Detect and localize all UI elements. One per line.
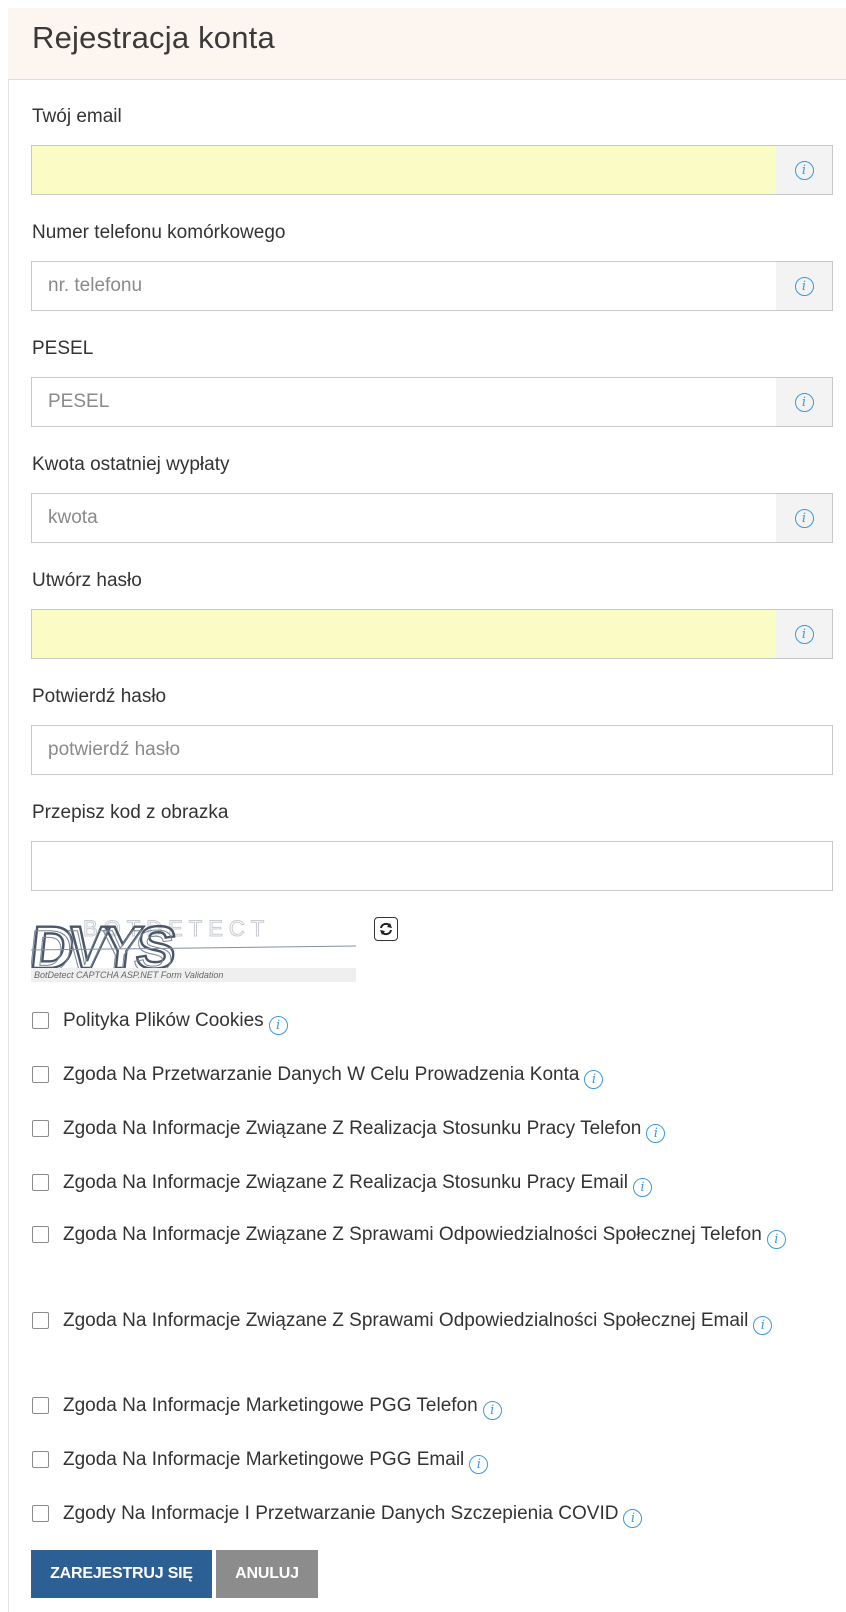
consent-label[interactable]: Zgoda Na Informacje Związane Z Sprawami … [32, 1304, 832, 1338]
info-icon[interactable]: i [268, 1016, 288, 1035]
captcha-caption: BotDetect CAPTCHA ASP.NET Form Validatio… [31, 968, 356, 982]
pesel-input[interactable] [31, 377, 777, 427]
confirm-password-input[interactable] [31, 725, 833, 775]
info-icon: i [794, 508, 814, 528]
consent-checkbox[interactable] [32, 1012, 49, 1029]
email-info-button[interactable]: i [776, 145, 833, 195]
info-icon: i [794, 160, 814, 180]
captcha-label: Przepisz kod z obrazka [32, 802, 229, 823]
info-icon[interactable]: i [753, 1316, 773, 1335]
consent-text: Zgoda Na Informacje Związane Z Sprawami … [63, 1224, 762, 1245]
email-label: Twój email [32, 106, 122, 127]
password-label: Utwórz hasło [32, 570, 142, 591]
consent-item: Zgoda Na Informacje Marketingowe PGG Ema… [32, 1443, 832, 1477]
consent-item: Zgoda Na Informacje Związane Z Realizacj… [32, 1166, 832, 1200]
consent-checkbox[interactable] [32, 1397, 49, 1414]
phone-info-button[interactable]: i [776, 261, 833, 311]
consent-label[interactable]: Zgoda Na Informacje Związane Z Realizacj… [32, 1112, 832, 1146]
consent-item: Zgoda Na Informacje Związane Z Realizacj… [32, 1112, 832, 1146]
consent-item: Zgoda Na Informacje Marketingowe PGG Tel… [32, 1389, 832, 1423]
phone-label: Numer telefonu komórkowego [32, 222, 286, 243]
register-button[interactable]: ZAREJESTRUJ SIĘ [31, 1550, 212, 1598]
consent-text: Zgoda Na Informacje Związane Z Sprawami … [63, 1310, 749, 1331]
info-icon[interactable]: i [766, 1230, 786, 1249]
consent-text: Zgoda Na Informacje Związane Z Realizacj… [63, 1172, 628, 1193]
consent-checkbox[interactable] [32, 1505, 49, 1522]
consent-text: Zgoda Na Przetwarzanie Danych W Celu Pro… [63, 1064, 580, 1085]
refresh-icon[interactable] [374, 917, 398, 941]
consent-text: Zgoda Na Informacje Marketingowe PGG Tel… [63, 1395, 478, 1416]
phone-input[interactable] [31, 261, 777, 311]
password-input[interactable] [31, 609, 777, 659]
info-icon[interactable]: i [584, 1070, 604, 1089]
consent-checkbox[interactable] [32, 1312, 49, 1329]
consent-label[interactable]: Zgoda Na Informacje Związane Z Realizacj… [32, 1166, 832, 1200]
consent-item: Zgoda Na Informacje Związane Z Sprawami … [32, 1218, 832, 1252]
info-icon: i [794, 624, 814, 644]
consent-text: Zgoda Na Informacje Związane Z Realizacj… [63, 1118, 642, 1139]
consent-text: Polityka Plików Cookies [63, 1010, 264, 1031]
consent-item: Polityka Plików Cookies i [32, 1004, 832, 1038]
consent-checkbox[interactable] [32, 1451, 49, 1468]
consent-label[interactable]: Zgoda Na Przetwarzanie Danych W Celu Pro… [32, 1058, 832, 1092]
captcha-input[interactable] [31, 841, 833, 891]
consent-label[interactable]: Zgoda Na Informacje Marketingowe PGG Tel… [32, 1389, 832, 1423]
email-input[interactable] [31, 145, 777, 195]
info-icon[interactable]: i [623, 1509, 643, 1528]
consent-checkbox[interactable] [32, 1226, 49, 1243]
confirm-password-label: Potwierdź hasło [32, 686, 167, 707]
consent-checkbox[interactable] [32, 1066, 49, 1083]
amount-label: Kwota ostatniej wypłaty [32, 454, 230, 475]
consent-label[interactable]: Zgoda Na Informacje Związane Z Sprawami … [32, 1218, 832, 1252]
info-icon: i [794, 392, 814, 412]
consent-item: Zgody Na Informacje I Przetwarzanie Dany… [32, 1497, 832, 1531]
consent-text: Zgody Na Informacje I Przetwarzanie Dany… [63, 1503, 619, 1524]
consent-label[interactable]: Zgoda Na Informacje Marketingowe PGG Ema… [32, 1443, 832, 1477]
consent-label[interactable]: Zgody Na Informacje I Przetwarzanie Dany… [32, 1497, 832, 1531]
info-icon[interactable]: i [632, 1178, 652, 1197]
info-icon[interactable]: i [482, 1401, 502, 1420]
info-icon[interactable]: i [469, 1455, 489, 1474]
consent-label[interactable]: Polityka Plików Cookies i [32, 1004, 832, 1038]
cancel-button[interactable]: ANULUJ [216, 1550, 318, 1598]
amount-input[interactable] [31, 493, 777, 543]
password-info-button[interactable]: i [776, 609, 833, 659]
consent-item: Zgoda Na Informacje Związane Z Sprawami … [32, 1304, 832, 1338]
info-icon: i [794, 276, 814, 296]
pesel-info-button[interactable]: i [776, 377, 833, 427]
consent-text: Zgoda Na Informacje Marketingowe PGG Ema… [63, 1449, 465, 1470]
info-icon[interactable]: i [646, 1124, 666, 1143]
consent-checkbox[interactable] [32, 1174, 49, 1191]
page-title: Rejestracja konta [32, 20, 275, 55]
amount-info-button[interactable]: i [776, 493, 833, 543]
pesel-label: PESEL [32, 338, 94, 359]
consent-item: Zgoda Na Przetwarzanie Danych W Celu Pro… [32, 1058, 832, 1092]
consent-checkbox[interactable] [32, 1120, 49, 1137]
